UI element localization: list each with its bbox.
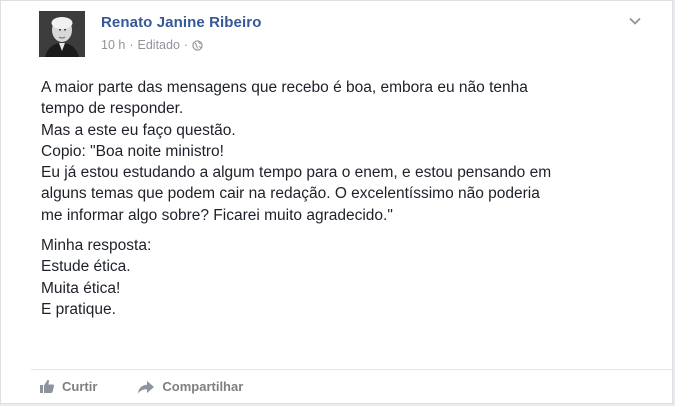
avatar[interactable] bbox=[39, 11, 85, 57]
post-line: Mas a este eu faço questão. bbox=[41, 121, 236, 139]
share-arrow-icon bbox=[138, 380, 155, 393]
divider bbox=[31, 369, 672, 370]
post-line: me informar algo sobre? Ficarei muito ag… bbox=[41, 206, 393, 224]
share-label: Compartilhar bbox=[162, 379, 244, 394]
post-line: E pratique. bbox=[41, 300, 116, 318]
post-paragraph: Minha resposta: Estude ética. Muita étic… bbox=[41, 235, 661, 320]
post-line: alguns temas que podem cair na redação. … bbox=[41, 185, 540, 203]
post-line: Minha resposta: bbox=[41, 237, 152, 255]
like-label: Curtir bbox=[62, 379, 98, 394]
like-button[interactable]: Curtir bbox=[39, 379, 97, 394]
globe-icon[interactable] bbox=[192, 39, 203, 51]
post-meta: 10 h · Editado · bbox=[101, 38, 203, 52]
post-text: A maior parte das mensagens que recebo é… bbox=[41, 77, 661, 320]
avatar-portrait bbox=[39, 11, 85, 57]
thumbs-up-icon bbox=[40, 379, 55, 393]
action-bar: Curtir Compartilhar bbox=[39, 379, 283, 394]
post-card: Renato Janine Ribeiro 10 h · Editado · A… bbox=[0, 0, 673, 404]
author-name[interactable]: Renato Janine Ribeiro bbox=[101, 14, 261, 31]
share-button[interactable]: Compartilhar bbox=[137, 379, 243, 394]
post-line: A maior parte das mensagens que recebo é… bbox=[41, 79, 528, 96]
meta-separator: · bbox=[129, 38, 134, 52]
meta-separator: · bbox=[183, 38, 189, 52]
chevron-down-icon[interactable] bbox=[628, 13, 642, 25]
post-paragraph: A maior parte das mensagens que recebo é… bbox=[41, 77, 661, 226]
post-line: Estude ética. bbox=[41, 258, 131, 276]
edited-label[interactable]: Editado bbox=[138, 38, 180, 52]
post-time[interactable]: 10 h bbox=[101, 38, 125, 52]
post-line: Copio: "Boa noite ministro! bbox=[41, 142, 224, 160]
post-line: tempo de responder. bbox=[41, 100, 184, 118]
post-line: Eu já estou estudando a algum tempo para… bbox=[41, 164, 552, 182]
post-line: Muita ética! bbox=[41, 279, 121, 297]
